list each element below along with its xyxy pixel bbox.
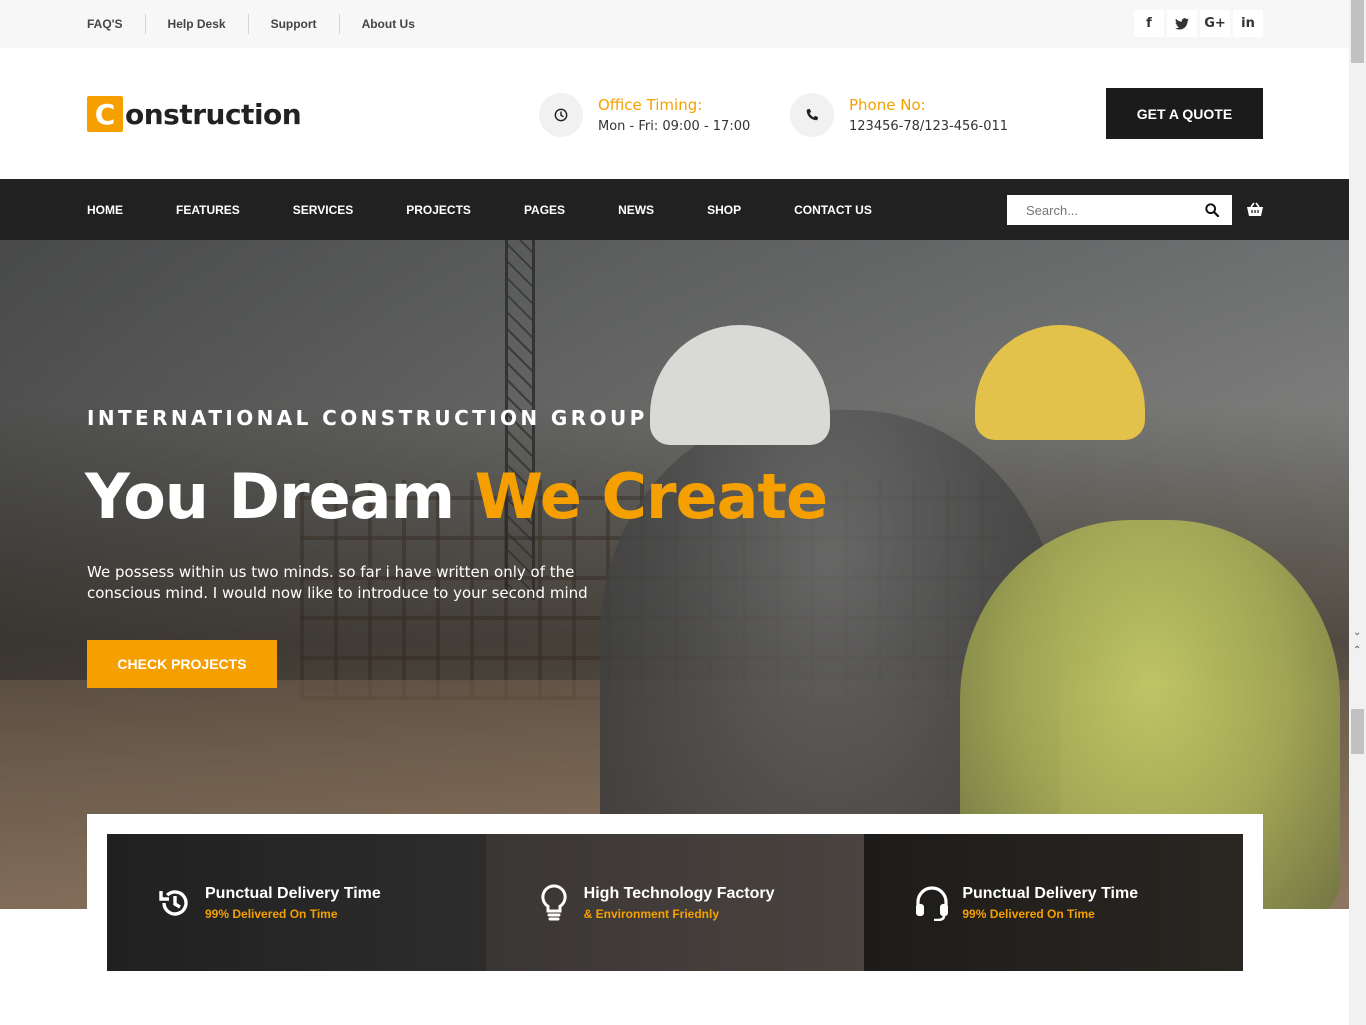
headset-icon xyxy=(912,883,952,923)
help-desk-link[interactable]: Help Desk xyxy=(168,17,226,31)
phone-value: 123456-78/123-456-011 xyxy=(849,119,1009,134)
twitter-icon[interactable] xyxy=(1167,10,1197,37)
scrollbar[interactable]: ⌄ ⌃ xyxy=(1349,0,1366,1025)
scrollbar-thumb[interactable] xyxy=(1351,0,1364,63)
top-bar: FAQ'S Help Desk Support About Us f G+ in xyxy=(0,0,1349,48)
hero-title: You Dream We Create xyxy=(85,460,828,533)
divider xyxy=(247,14,249,34)
scroll-up-arrow-icon[interactable]: ⌃ xyxy=(1353,645,1361,656)
social-links: f G+ in xyxy=(1134,10,1263,37)
office-timing-value: Mon - Fri: 09:00 - 17:00 xyxy=(598,119,751,134)
office-timing: Office Timing: Mon - Fri: 09:00 - 17:00 xyxy=(539,93,750,137)
search-input[interactable] xyxy=(1007,195,1197,225)
nav-projects[interactable]: PROJECTS xyxy=(406,203,471,217)
nav-news[interactable]: NEWS xyxy=(618,203,654,217)
feature-title: High Technology Factory xyxy=(583,884,775,902)
divider xyxy=(338,14,340,34)
features-strip: Punctual Delivery Time 99% Delivered On … xyxy=(107,834,1244,971)
main-navigation: HOME FEATURES SERVICES PROJECTS PAGES NE… xyxy=(0,179,1349,240)
nav-contact-us[interactable]: CONTACT US xyxy=(794,203,872,217)
feature-subtitle: & Environment Friednly xyxy=(583,906,720,921)
nav-pages[interactable]: PAGES xyxy=(524,203,565,217)
get-a-quote-button[interactable]: GET A QUOTE xyxy=(1106,88,1263,139)
facebook-icon[interactable]: f xyxy=(1134,10,1164,37)
hero-subtitle: INTERNATIONAL CONSTRUCTION GROUP xyxy=(87,406,648,430)
logo-mark: C xyxy=(87,96,123,132)
top-links: FAQ'S Help Desk Support About Us xyxy=(87,0,415,48)
clock-icon xyxy=(539,93,583,137)
hero-title-accent: We Create xyxy=(474,460,828,533)
scroll-down-arrow-icon[interactable]: ⌄ xyxy=(1353,627,1361,638)
header: C onstruction Office Timing: Mon - Fri: … xyxy=(0,48,1349,179)
history-icon xyxy=(155,883,195,923)
hero-title-main: You Dream xyxy=(85,460,475,533)
faqs-link[interactable]: FAQ'S xyxy=(87,17,123,31)
nav-services[interactable]: SERVICES xyxy=(293,203,353,217)
linkedin-icon[interactable]: in xyxy=(1233,10,1263,37)
feature-subtitle: 99% Delivered On Time xyxy=(205,906,338,921)
logo-text: onstruction xyxy=(125,97,302,131)
yellow-hard-hat xyxy=(975,325,1145,440)
feature-card[interactable]: Punctual Delivery Time 99% Delivered On … xyxy=(864,834,1244,971)
office-timing-label: Office Timing: xyxy=(598,96,703,114)
about-us-link[interactable]: About Us xyxy=(362,17,415,31)
scrollbar-thumb[interactable] xyxy=(1351,709,1364,754)
feature-subtitle: 99% Delivered On Time xyxy=(962,906,1095,921)
search-box xyxy=(1007,195,1232,225)
cart-icon[interactable] xyxy=(1245,198,1265,220)
phone-label: Phone No: xyxy=(849,96,926,114)
support-link[interactable]: Support xyxy=(271,17,317,31)
nav-features[interactable]: FEATURES xyxy=(176,203,240,217)
phone-icon xyxy=(790,93,834,137)
check-projects-button[interactable]: CHECK PROJECTS xyxy=(87,640,277,688)
divider xyxy=(144,14,146,34)
feature-card[interactable]: Punctual Delivery Time 99% Delivered On … xyxy=(107,834,486,971)
white-hard-hat xyxy=(650,325,830,445)
feature-card[interactable]: High Technology Factory & Environment Fr… xyxy=(485,834,865,971)
hero-description: We possess within us two minds. so far i… xyxy=(87,563,588,602)
phone-info: Phone No: 123456-78/123-456-011 xyxy=(790,93,1008,137)
google-plus-icon[interactable]: G+ xyxy=(1200,10,1230,37)
lightbulb-icon xyxy=(534,883,574,923)
nav-shop[interactable]: SHOP xyxy=(707,203,741,217)
feature-title: Punctual Delivery Time xyxy=(205,884,381,902)
site-logo[interactable]: C onstruction xyxy=(87,96,302,132)
nav-home[interactable]: HOME xyxy=(87,203,123,217)
search-icon[interactable] xyxy=(1197,203,1227,217)
feature-title: Punctual Delivery Time xyxy=(962,884,1139,902)
